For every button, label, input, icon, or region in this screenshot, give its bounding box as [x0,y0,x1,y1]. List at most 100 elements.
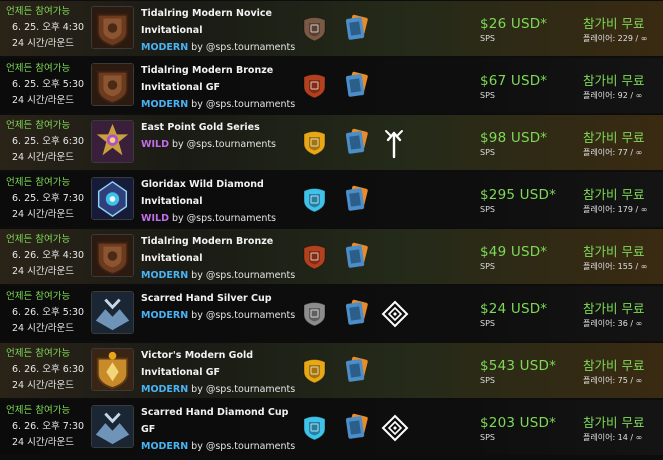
host-label: by @sps.tournaments [191,42,296,53]
entry-block: 참가비 무료플레이어: 75 / ∞ [583,357,663,387]
anytime-label: 언제든 참여가능 [6,6,71,17]
tournament-thumbnail[interactable] [91,177,134,220]
anytime-label: 언제든 참여가능 [6,291,71,302]
tournament-name[interactable]: East Point Gold Series [141,119,301,136]
tournament-name[interactable]: Tidalring Modern Novice Invitational [141,5,301,39]
prize-currency: SPS [480,433,495,442]
tournament-info: Tidalring Modern Bronze Invitational GF M… [141,62,301,113]
round-duration: 24 시간/라운드 [12,95,75,106]
start-date-time: 6. 26. 오후 4:30 [12,250,85,261]
start-date-time: 6. 26. 오후 7:30 [12,421,85,432]
tournament-list: 언제든 참여가능 6. 25. 오후 4:30 24 시간/라운드 Tidalring… [0,0,663,460]
start-time-block: 언제든 참여가능 6. 26. 오후 7:30 24 시간/라운드 [6,403,88,451]
prize-amount: $295 USD* [480,187,557,203]
tournament-name[interactable]: Scarred Hand Silver Cup [141,290,301,307]
round-duration: 24 시간/라운드 [12,209,75,220]
start-time-block: 언제든 참여가능 6. 25. 오후 6:30 24 시간/라운드 [6,118,88,166]
anytime-label: 언제든 참여가능 [6,177,71,188]
entry-block: 참가비 무료 플레이어: 92 / ∞ [583,72,663,102]
anytime-label: 언제든 참여가능 [6,234,71,245]
format-label: WILD [141,213,169,224]
prize-block: $67 USD* SPS [480,72,580,102]
tournament-name[interactable]: Victor's Modern Gold Invitational GF [141,347,301,381]
entry-block: 참가비 무료 플레이어: 179 / ∞ [583,186,663,216]
tournament-info: Scarred Hand Diamond Cup GF MODERN by @sps… [141,404,301,455]
host-label: by @sps.tournaments [191,441,296,452]
player-count: 플레이어: 155 / ∞ [583,262,648,271]
host-label: by @sps.tournaments [171,213,277,224]
tournament-thumbnail[interactable] [91,348,134,391]
prize-currency: SPS [480,319,495,328]
prize-block: $26 USD* SPS [480,15,580,45]
tournament-row[interactable]: 언제든 참여가능 6. 26. 오후 6:30 24 시간/라운드 Victor's … [0,343,663,398]
prize-currency: SPS [480,376,495,385]
prize-block: $49 USD* SPS [480,243,580,273]
entry-block: 참가비 무료 플레이어: 229 / ∞ [583,15,663,45]
prize-currency: SPS [480,262,495,271]
round-duration: 24 시간/라운드 [12,266,75,277]
host-label: by @sps.tournaments [191,99,296,110]
tournament-row[interactable]: 언제든 참여가능 6. 25. 오후 5:30 24 시간/라운드 Tidalring… [0,58,663,113]
format-label: MODERN [141,310,189,321]
round-duration: 24 시간/라운드 [12,152,75,163]
round-duration: 24 시간/라운드 [12,323,75,334]
entry-fee: 참가비 무료 [583,358,645,373]
format-label: WILD [141,139,169,150]
tournament-info: Tidalring Modern Novice Invitational MODE… [141,5,301,56]
tournament-row[interactable]: 언제든 참여가능 6. 26. 오후 4:30 24 시간/라운드 Tidalring… [0,229,663,284]
prize-block: $98 USD* SPS [480,129,580,159]
tournament-row[interactable]: 언제든 참여가능 6. 26. 오후 7:30 24 시간/라운드 Scarred H… [0,400,663,455]
entry-fee: 참가비 무료 [583,130,645,145]
entry-block: 참가비 무료 플레이어: 77 / ∞ [583,129,663,159]
host-label: by @sps.tournaments [191,310,296,321]
tournament-thumbnail[interactable] [91,405,134,448]
tournament-name[interactable]: Tidalring Modern Bronze Invitational [141,233,301,267]
host-label: by @sps.tournaments [191,270,296,281]
prize-amount: $543 USD* [480,358,557,374]
start-time-block: 언제든 참여가능 6. 26. 오후 4:30 24 시간/라운드 [6,232,88,280]
tournament-row[interactable]: 언제든 참여가능 6. 25. 오후 7:30 24 시간/라운드 Gloridax … [0,172,663,227]
anytime-label: 언제든 참여가능 [6,63,71,74]
prize-block: $543 USD* SPS [480,357,580,387]
anytime-label: 언제든 참여가능 [6,405,71,416]
prize-block: $24 USD* SPS [480,300,580,330]
player-count: 플레이어: 229 / ∞ [583,34,648,43]
start-time-block: 언제든 참여가능 6. 25. 오후 4:30 24 시간/라운드 [6,4,88,52]
host-label: by @sps.tournaments [191,384,296,395]
tournament-thumbnail[interactable] [91,63,134,106]
prize-currency: SPS [480,91,495,100]
prize-amount: $24 USD* [480,301,548,317]
start-time-block: 언제든 참여가능 6. 25. 오후 5:30 24 시간/라운드 [6,61,88,109]
tournament-name[interactable]: Tidalring Modern Bronze Invitational GF [141,62,301,96]
tournament-thumbnail[interactable] [91,234,134,277]
round-duration: 24 시간/라운드 [12,38,75,49]
prize-amount: $49 USD* [480,244,548,260]
start-time-block: 언제든 참여가능 6. 26. 오후 6:30 24 시간/라운드 [6,346,88,394]
tournament-row[interactable]: 언제든 참여가능 6. 26. 오후 5:30 24 시간/라운드 Scarred H… [0,286,663,341]
round-duration: 24 시간/라운드 [12,380,75,391]
format-label: MODERN [141,441,189,452]
anytime-label: 언제든 참여가능 [6,120,71,131]
tournament-thumbnail[interactable] [91,6,134,49]
prize-block: $203 USD* SPS [480,414,580,444]
prize-currency: SPS [480,148,495,157]
round-duration: 24 시간/라운드 [12,437,75,448]
format-label: MODERN [141,384,189,395]
tournament-thumbnail[interactable] [91,291,134,334]
entry-block: 참가비 무료 플레이어: 14 / ∞ [583,414,663,444]
tournament-name[interactable]: Scarred Hand Diamond Cup GF [141,404,301,438]
tournament-info: Gloridax Wild Diamond Invitational WILD by… [141,176,301,227]
entry-block: 참가비 무료 플레이어: 155 / ∞ [583,243,663,273]
start-date-time: 6. 26. 오후 5:30 [12,307,85,318]
prize-currency: SPS [480,34,495,43]
tournament-thumbnail[interactable] [91,120,134,163]
tournament-row[interactable]: 언제든 참여가능 6. 25. 오후 6:30 24 시간/라운드 East Poin… [0,115,663,170]
start-date-time: 6. 25. 오후 6:30 [12,136,85,147]
start-time-block: 언제든 참여가능 6. 25. 오후 7:30 24 시간/라운드 [6,175,88,223]
format-label: MODERN [141,270,189,281]
player-count: 플레이어: 179 / ∞ [583,205,648,214]
player-count: 플레이어: 75 / ∞ [583,376,643,385]
tournament-name[interactable]: Gloridax Wild Diamond Invitational [141,176,301,210]
start-time-block: 언제든 참여가능 6. 26. 오후 5:30 24 시간/라운드 [6,289,88,337]
tournament-row[interactable]: 언제든 참여가능 6. 25. 오후 4:30 24 시간/라운드 Tidalring… [0,1,663,56]
